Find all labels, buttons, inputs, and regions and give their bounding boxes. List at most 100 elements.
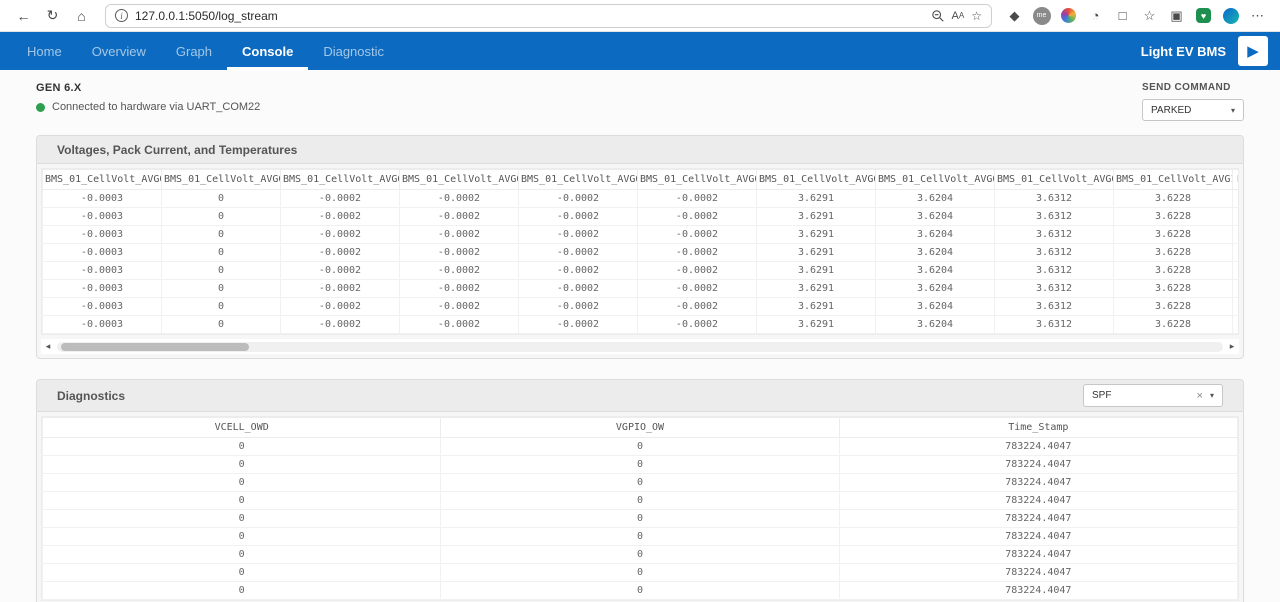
collections-icon[interactable]: ▣: [1164, 3, 1189, 28]
table-cell: [1233, 298, 1240, 316]
table-row: -0.00030-0.0002-0.0002-0.0002-0.00023.62…: [43, 280, 1240, 298]
table-cell: -0.0002: [281, 190, 400, 208]
table-cell: 3.6312: [995, 244, 1114, 262]
generation-label: GEN 6.X: [36, 82, 260, 94]
column-header: BMS_01_CellVolt_AVG07: [757, 170, 876, 190]
table-cell: 3.6291: [757, 262, 876, 280]
table-cell: 0: [162, 190, 281, 208]
extension-palette-icon[interactable]: [1056, 3, 1081, 28]
table-cell: 3.6291: [757, 316, 876, 334]
table-cell: [1233, 244, 1240, 262]
column-header: BMS_01_CellVolt_AVG05: [519, 170, 638, 190]
play-button[interactable]: ▶: [1238, 36, 1268, 66]
scroll-right-arrow-icon[interactable]: ▸: [1225, 341, 1239, 352]
table-cell: 3.6204: [876, 262, 995, 280]
home-button[interactable]: ⌂: [68, 3, 95, 29]
table-cell: 0: [441, 456, 839, 474]
table-cell: [1233, 262, 1240, 280]
table-cell: 0: [43, 546, 441, 564]
table-cell: [1233, 226, 1240, 244]
table-cell: 783224.4047: [839, 474, 1237, 492]
tab-console[interactable]: Console: [227, 32, 308, 70]
table-cell: 3.6312: [995, 208, 1114, 226]
table-cell: -0.0002: [281, 208, 400, 226]
column-header: BMS_01_CellVolt_AVG04: [400, 170, 519, 190]
extension-gem-icon[interactable]: ◆: [1002, 3, 1027, 28]
tab-graph[interactable]: Graph: [161, 32, 227, 70]
navbar-right: Light EV BMS ▶: [1141, 36, 1268, 66]
back-button[interactable]: ←: [10, 3, 37, 29]
diagnostics-filter-select[interactable]: SPF × ▾: [1083, 384, 1223, 407]
table-cell: 3.6312: [995, 316, 1114, 334]
table-cell: -0.0002: [400, 208, 519, 226]
voltages-table: BMS_01_CellVolt_AVG01 BMS_01_CellVolt_AVG…: [42, 169, 1239, 334]
table-cell: 0: [441, 492, 839, 510]
chevron-down-icon: ▾: [1231, 106, 1235, 115]
tab-home[interactable]: Home: [12, 32, 77, 70]
table-cell: 0: [441, 474, 839, 492]
table-cell: 0: [162, 226, 281, 244]
table-cell: -0.0003: [43, 226, 162, 244]
table-cell: -0.0002: [400, 298, 519, 316]
column-header: BMS_01_CellVolt_AVG09: [995, 170, 1114, 190]
favorite-star-icon[interactable]: ☆: [971, 9, 982, 23]
table-cell: 3.6312: [995, 298, 1114, 316]
table-cell: -0.0002: [519, 280, 638, 298]
connected-status-dot: [36, 103, 45, 112]
table-cell: -0.0002: [281, 262, 400, 280]
voltages-table-viewport: BMS_01_CellVolt_AVG01 BMS_01_CellVolt_AVG…: [41, 168, 1239, 335]
send-command-label: SEND COMMAND: [1142, 82, 1244, 93]
play-icon: ▶: [1247, 42, 1259, 60]
send-command-group: SEND COMMAND PARKED ▾: [1142, 82, 1244, 121]
table-cell: -0.0002: [281, 226, 400, 244]
profile-avatar[interactable]: me: [1029, 3, 1054, 28]
table-cell: -0.0002: [638, 316, 757, 334]
favorites-icon[interactable]: ☆: [1137, 3, 1162, 28]
text-size-icon[interactable]: AA: [952, 10, 965, 22]
send-command-select[interactable]: PARKED ▾: [1142, 99, 1244, 121]
table-cell: 3.6204: [876, 208, 995, 226]
url-text[interactable]: 127.0.0.1:5050/log_stream: [135, 9, 924, 23]
scroll-left-arrow-icon[interactable]: ◂: [41, 341, 55, 352]
table-cell: 0: [162, 298, 281, 316]
table-cell: -0.0003: [43, 208, 162, 226]
site-info-icon[interactable]: i: [115, 9, 128, 22]
app-brand: Light EV BMS: [1141, 44, 1226, 59]
clear-icon[interactable]: ×: [1197, 390, 1203, 402]
address-bar[interactable]: i 127.0.0.1:5050/log_stream AA ☆: [105, 4, 992, 28]
more-options-icon[interactable]: ⋯: [1245, 3, 1270, 28]
tab-overview[interactable]: Overview: [77, 32, 161, 70]
table-row: 00783224.4047: [43, 564, 1238, 582]
table-row: 00783224.4047: [43, 510, 1238, 528]
copilot-icon[interactable]: [1218, 3, 1243, 28]
table-cell: 3.6204: [876, 298, 995, 316]
table-header-row: BMS_01_CellVolt_AVG01 BMS_01_CellVolt_AVG…: [43, 170, 1240, 190]
table-cell: 3.6312: [995, 226, 1114, 244]
table-cell: -0.0002: [519, 244, 638, 262]
browser-essentials-icon[interactable]: ♥: [1191, 3, 1216, 28]
nav-tabs: HomeOverviewGraphConsoleDiagnostic: [12, 32, 399, 70]
table-cell: -0.0002: [400, 226, 519, 244]
page-content: GEN 6.X Connected to hardware via UART_C…: [0, 70, 1280, 602]
table-cell: 783224.4047: [839, 528, 1237, 546]
split-screen-icon[interactable]: □: [1110, 3, 1135, 28]
table-cell: 3.6291: [757, 190, 876, 208]
table-row: -0.00030-0.0002-0.0002-0.0002-0.00023.62…: [43, 262, 1240, 280]
history-icon[interactable]: ◔: [1083, 3, 1108, 28]
table-cell: -0.0003: [43, 262, 162, 280]
table-cell: -0.0002: [638, 280, 757, 298]
refresh-button[interactable]: ↻: [39, 3, 66, 29]
zoom-out-icon[interactable]: [931, 9, 945, 23]
table-cell: -0.0002: [281, 280, 400, 298]
scrollbar-track[interactable]: [57, 342, 1223, 352]
table-cell: 3.6312: [995, 280, 1114, 298]
table-cell: 3.6228: [1114, 190, 1233, 208]
column-header: BMS_01_CellVolt_AVG01: [43, 170, 162, 190]
table-cell: 3.6228: [1114, 244, 1233, 262]
table-cell: 783224.4047: [839, 546, 1237, 564]
horizontal-scrollbar[interactable]: ◂ ▸: [41, 339, 1239, 354]
column-header: B: [1233, 170, 1240, 190]
table-row: 00783224.4047: [43, 546, 1238, 564]
scrollbar-thumb[interactable]: [61, 343, 249, 351]
tab-diagnostic[interactable]: Diagnostic: [308, 32, 399, 70]
